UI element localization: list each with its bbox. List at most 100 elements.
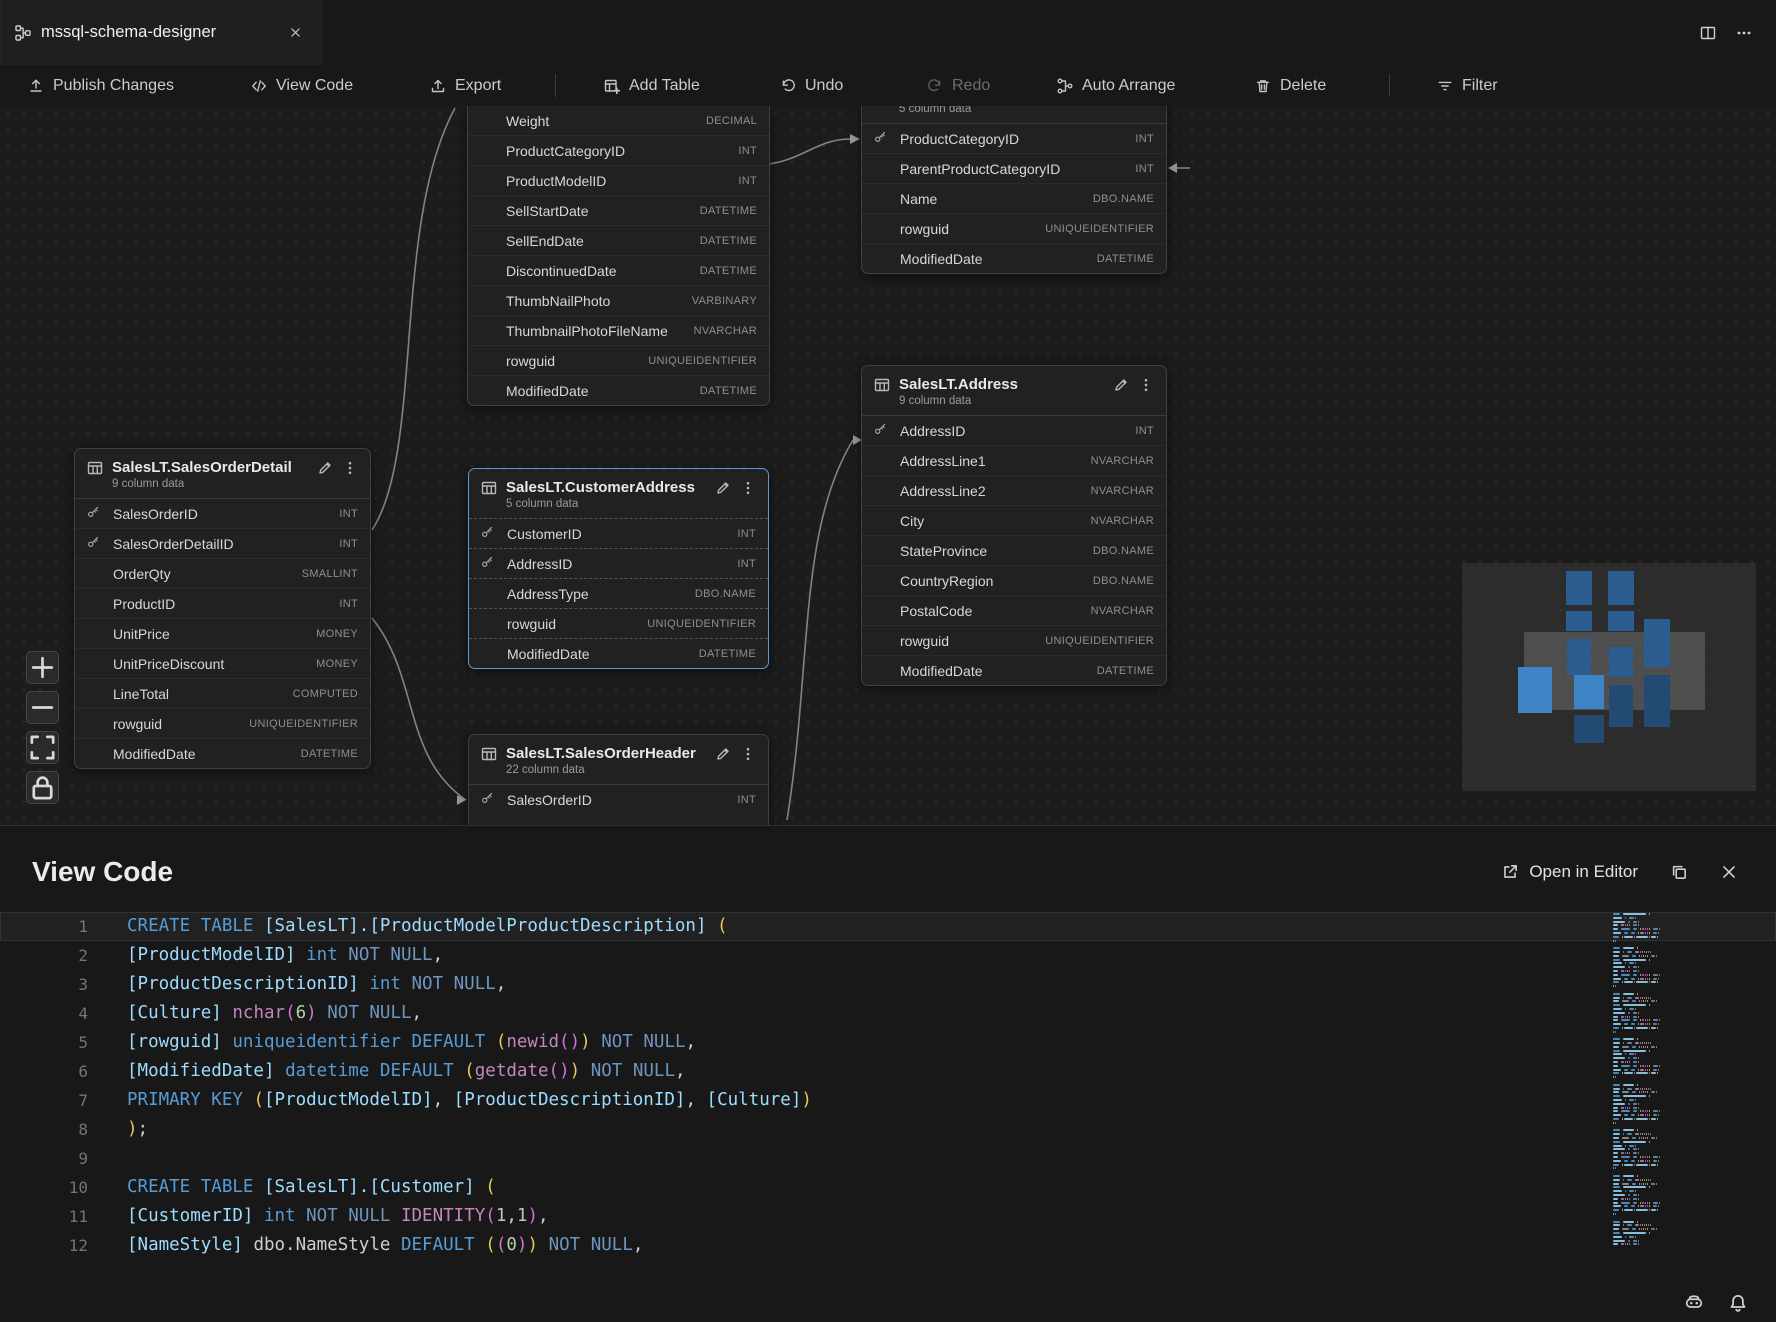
- column-name: AddressID: [507, 556, 732, 572]
- column-ThumbnailPhotoFileName[interactable]: ThumbnailPhotoFileNameNVARCHAR: [468, 315, 769, 345]
- more-actions-icon[interactable]: [1736, 25, 1752, 41]
- zoom-out-button[interactable]: [26, 691, 59, 724]
- minimap-table-tile: [1574, 715, 1604, 743]
- relationship-edge: [372, 108, 455, 530]
- column-AddressID[interactable]: AddressIDINT: [862, 416, 1166, 445]
- code-minimap[interactable]: [1613, 913, 1666, 1247]
- fit-view-button[interactable]: [26, 731, 59, 764]
- canvas-minimap[interactable]: [1462, 563, 1756, 791]
- column-ModifiedDate[interactable]: ModifiedDateDATETIME: [862, 243, 1166, 273]
- column-ModifiedDate[interactable]: ModifiedDateDATETIME: [468, 375, 769, 405]
- column-UnitPriceDiscount[interactable]: UnitPriceDiscountMONEY: [75, 648, 370, 678]
- copilot-icon[interactable]: [1684, 1293, 1704, 1313]
- column-type: MONEY: [316, 628, 358, 640]
- column-City[interactable]: CityNVARCHAR: [862, 505, 1166, 535]
- toolbar-add-table-button[interactable]: Add Table: [604, 65, 700, 106]
- column-SalesOrderDetailID[interactable]: SalesOrderDetailIDINT: [75, 528, 370, 558]
- column-rowguid[interactable]: rowguidUNIQUEIDENTIFIER: [862, 625, 1166, 655]
- pencil-icon[interactable]: [1113, 377, 1129, 393]
- column-LineTotal[interactable]: LineTotalCOMPUTED: [75, 678, 370, 708]
- column-StateProvince[interactable]: StateProvinceDBO.NAME: [862, 535, 1166, 565]
- toolbar-redo-button[interactable]: Redo: [927, 65, 990, 106]
- column-rowguid[interactable]: rowguidUNIQUEIDENTIFIER: [862, 213, 1166, 243]
- column-Weight[interactable]: WeightDECIMAL: [468, 106, 769, 135]
- tab-bar: mssql-schema-designer: [0, 0, 1776, 65]
- column-AddressID[interactable]: AddressIDINT: [469, 548, 768, 578]
- table-title: SalesLT.SalesOrderDetail: [112, 459, 308, 476]
- column-Name[interactable]: NameDBO.NAME: [862, 183, 1166, 213]
- column-rowguid[interactable]: rowguidUNIQUEIDENTIFIER: [75, 708, 370, 738]
- table-product[interactable]: WeightDECIMALProductCategoryIDINTProduct…: [467, 106, 770, 406]
- column-AddressLine1[interactable]: AddressLine1NVARCHAR: [862, 445, 1166, 475]
- close-panel-icon[interactable]: [1720, 863, 1738, 881]
- column-DiscontinuedDate[interactable]: DiscontinuedDateDATETIME: [468, 255, 769, 285]
- table-product-category[interactable]: 5 column dataProductCategoryIDINTParentP…: [861, 106, 1167, 274]
- column-UnitPrice[interactable]: UnitPriceMONEY: [75, 618, 370, 648]
- column-ModifiedDate[interactable]: ModifiedDateDATETIME: [75, 738, 370, 768]
- toolbar-export-button[interactable]: Export: [430, 65, 501, 106]
- column-ThumbNailPhoto[interactable]: ThumbNailPhotoVARBINARY: [468, 285, 769, 315]
- undo-icon: [780, 78, 796, 94]
- column-ParentProductCategoryID[interactable]: ParentProductCategoryIDINT: [862, 153, 1166, 183]
- sql-code-viewer: 1CREATE TABLE [SalesLT].[ProductModelPro…: [0, 898, 1776, 1260]
- schema-canvas[interactable]: WeightDECIMALProductCategoryIDINTProduct…: [0, 106, 1776, 825]
- column-SalesOrderID[interactable]: SalesOrderIDINT: [469, 785, 768, 814]
- code-line: 6[ModifiedDate] datetime DEFAULT (getdat…: [0, 1057, 1776, 1086]
- zoom-in-button[interactable]: [26, 651, 59, 684]
- table-customer-address[interactable]: SalesLT.CustomerAddress5 column dataCust…: [468, 468, 769, 669]
- line-number: 5: [0, 1028, 88, 1057]
- column-CountryRegion[interactable]: CountryRegionDBO.NAME: [862, 565, 1166, 595]
- export-icon: [430, 78, 446, 94]
- column-name: Name: [900, 191, 1088, 207]
- minimap-table-tile: [1644, 619, 1670, 667]
- column-ProductModelID[interactable]: ProductModelIDINT: [468, 165, 769, 195]
- column-ProductCategoryID[interactable]: ProductCategoryIDINT: [468, 135, 769, 165]
- table-sales-order-header[interactable]: SalesLT.SalesOrderHeader22 column dataSa…: [468, 734, 769, 825]
- kebab-icon[interactable]: [740, 480, 756, 496]
- column-AddressType[interactable]: AddressTypeDBO.NAME: [469, 578, 768, 608]
- column-SellEndDate[interactable]: SellEndDateDATETIME: [468, 225, 769, 255]
- column-ModifiedDate[interactable]: ModifiedDateDATETIME: [862, 655, 1166, 685]
- table-sales-order-detail[interactable]: SalesLT.SalesOrderDetail9 column dataSal…: [74, 448, 371, 769]
- column-type: NVARCHAR: [1091, 455, 1154, 467]
- open-in-editor-button[interactable]: Open in Editor: [1501, 862, 1638, 882]
- column-rowguid[interactable]: rowguidUNIQUEIDENTIFIER: [468, 345, 769, 375]
- table-address[interactable]: SalesLT.Address9 column dataAddressIDINT…: [861, 365, 1167, 686]
- column-rowguid[interactable]: rowguidUNIQUEIDENTIFIER: [469, 608, 768, 638]
- toolbar-delete-button[interactable]: Delete: [1255, 65, 1326, 106]
- pencil-icon[interactable]: [715, 746, 731, 762]
- lock-canvas-button[interactable]: [26, 771, 59, 804]
- copy-code-icon[interactable]: [1670, 863, 1688, 881]
- toolbar-undo-button[interactable]: Undo: [780, 65, 843, 106]
- column-AddressLine2[interactable]: AddressLine2NVARCHAR: [862, 475, 1166, 505]
- toolbar-publish-changes-button[interactable]: Publish Changes: [28, 65, 174, 106]
- kebab-icon[interactable]: [342, 460, 358, 476]
- notifications-icon[interactable]: [1728, 1293, 1748, 1313]
- toolbar-auto-arrange-button[interactable]: Auto Arrange: [1057, 65, 1175, 106]
- tab-mssql-schema-designer[interactable]: mssql-schema-designer: [0, 0, 322, 65]
- close-tab-icon[interactable]: [283, 21, 307, 45]
- column-OrderQty[interactable]: OrderQtySMALLINT: [75, 558, 370, 588]
- line-content: [ProductModelID] int NOT NULL,: [127, 941, 443, 970]
- toolbar-filter-button[interactable]: Filter: [1437, 65, 1498, 106]
- toolbar-publish-changes-label: Publish Changes: [53, 77, 174, 95]
- kebab-icon[interactable]: [1138, 377, 1154, 393]
- table-header: SalesLT.SalesOrderDetail: [75, 449, 370, 476]
- line-number: 6: [0, 1057, 88, 1086]
- column-CustomerID[interactable]: CustomerIDINT: [469, 519, 768, 548]
- pencil-icon[interactable]: [317, 460, 333, 476]
- column-ModifiedDate[interactable]: ModifiedDateDATETIME: [469, 638, 768, 668]
- column-ProductCategoryID[interactable]: ProductCategoryIDINT: [862, 124, 1166, 153]
- column-type: INT: [1135, 425, 1154, 437]
- pencil-icon[interactable]: [715, 480, 731, 496]
- toolbar-view-code-button[interactable]: View Code: [251, 65, 353, 106]
- kebab-icon[interactable]: [740, 746, 756, 762]
- column-PostalCode[interactable]: PostalCodeNVARCHAR: [862, 595, 1166, 625]
- column-name: OrderQty: [113, 566, 297, 582]
- toolbar-auto-arrange-label: Auto Arrange: [1082, 77, 1175, 95]
- column-SellStartDate[interactable]: SellStartDateDATETIME: [468, 195, 769, 225]
- split-editor-icon[interactable]: [1700, 25, 1716, 41]
- column-type: UNIQUEIDENTIFIER: [249, 718, 358, 730]
- column-ProductID[interactable]: ProductIDINT: [75, 588, 370, 618]
- column-SalesOrderID[interactable]: SalesOrderIDINT: [75, 499, 370, 528]
